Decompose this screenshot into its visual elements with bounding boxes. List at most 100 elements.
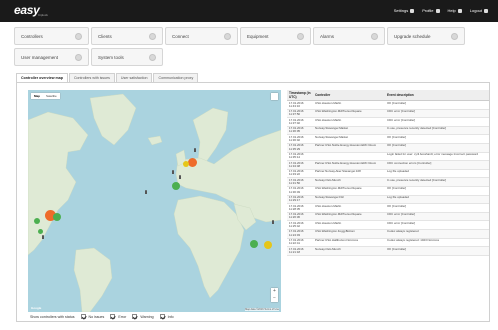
table-header-row: Timestamp (in UTC) Controller Event desc… [287, 90, 489, 101]
filter-error[interactable]: Error [110, 314, 126, 319]
controller-map[interactable]: Map Satellite + − Google Map data ©2016 … [28, 90, 281, 312]
table-row[interactable]: 17.01.2016 11:25:42 USA.Houston.Marlin CDC… [287, 220, 489, 230]
warning-cluster-marker[interactable] [264, 241, 272, 249]
checkbox-no-issues[interactable] [80, 314, 86, 319]
timestamp-cell: 17.01.2016 11:22:41 [287, 238, 313, 248]
column-header-event[interactable]: Event description [385, 90, 489, 101]
zoom-out-button[interactable]: − [271, 295, 278, 302]
controller-cell: USA.Houston.Marlin [313, 100, 385, 110]
column-header-timestamp[interactable]: Timestamp (in UTC) [287, 90, 313, 101]
tab-communication-proxy[interactable]: Communication proxy [153, 73, 199, 82]
filter-info-label: Info [167, 314, 174, 319]
table-row[interactable]: 17.01.2016 11:21:18 Norway.Oslo.Munch OK [… [287, 246, 489, 256]
table-row[interactable]: 17.01.2016 11:31:56 Norway.Oslo.Munch In u… [287, 177, 489, 187]
event-cell: CDC connection errors [Controller] [385, 160, 489, 170]
filter-error-label: Error [118, 314, 127, 319]
event-cell: Log file uploaded [385, 195, 489, 205]
controller-cell: Partner.Norway.Aker.Stavanger.108 [313, 169, 385, 179]
controller-pin[interactable] [172, 170, 174, 174]
table-row[interactable]: 17.01.2016 11:36:05 Norway.Stavanger.Mark… [287, 126, 489, 136]
table-row[interactable]: 17.01.2016 11:37:50 USA.Washington.McPher… [287, 109, 489, 119]
column-header-controller[interactable]: Controller [313, 90, 385, 101]
checkbox-info[interactable] [159, 314, 165, 319]
ok-cluster-marker[interactable] [34, 218, 40, 224]
controller-pin[interactable] [179, 175, 181, 179]
table-row[interactable]: 17.01.2016 11:28:35 USA.Houston.Marlin OK … [287, 203, 489, 213]
settings-link[interactable]: Settings [394, 8, 415, 13]
filter-label: Show controllers with status [30, 314, 75, 319]
fullscreen-icon[interactable] [271, 93, 278, 100]
zoom-in-button[interactable]: + [271, 288, 278, 295]
nav-equipment-button[interactable]: Equipment [240, 27, 311, 45]
help-link[interactable]: Help [448, 8, 462, 13]
nav-alarms-label: Alarms [320, 33, 335, 39]
ok-cluster-marker[interactable] [38, 229, 43, 234]
ok-cluster-marker[interactable] [172, 182, 180, 190]
timestamp-cell: 17.01.2016 11:24:03 [287, 229, 313, 239]
chevron-icon [297, 32, 304, 40]
controller-pin[interactable] [42, 235, 44, 239]
ok-cluster-marker[interactable] [250, 240, 258, 248]
event-cell: OK [Controller] [385, 246, 489, 256]
filter-info[interactable]: Info [159, 314, 174, 319]
profile-link[interactable]: Profile [422, 8, 440, 13]
table-row[interactable]: 17.01.2016 11:35:29 Partner.USA.Noble Ene… [287, 143, 489, 153]
table-row[interactable]: 17.01.2016 11:24:03 USA.Washington.FoggyB… [287, 229, 489, 239]
map-view-button[interactable]: Map [31, 93, 43, 99]
controller-pin[interactable] [145, 190, 147, 194]
table-row[interactable]: 17.01.2016 11:34:48 Partner.USA.Noble Ene… [287, 160, 489, 170]
chevron-icon [224, 32, 231, 40]
brand-logo[interactable]: easy [14, 3, 40, 17]
map-copyright: Map data ©2016 Terms of Use [245, 308, 279, 311]
table-row[interactable]: 17.01.2016 11:35:14 Login failed for user… [287, 152, 489, 162]
top-links: Settings Profile Help Logout [394, 8, 488, 13]
controller-pin[interactable] [272, 220, 274, 224]
map-type-toggle: Map Satellite [31, 93, 60, 99]
table-row[interactable]: 17.01.2016 11:36:02 Norway.Stavanger.Mark… [287, 134, 489, 144]
status-filter-bar: Show controllers with status No issues E… [30, 314, 174, 319]
tab-user-satisfaction[interactable]: User satisfaction [115, 73, 153, 82]
filter-no-issues[interactable]: No issues [80, 314, 104, 319]
tab-controllers-with-issues[interactable]: Controllers with issues [68, 73, 115, 82]
logout-icon [484, 8, 488, 13]
logout-link[interactable]: Logout [470, 8, 488, 13]
checkbox-error[interactable] [110, 314, 116, 319]
table-row[interactable]: 17.01.2016 11:22:41 Partner.USA.Halliburt… [287, 238, 489, 248]
tab-controller-overview-map[interactable]: Controller overview map [16, 73, 68, 82]
filter-warning[interactable]: Warning [132, 314, 154, 319]
nav-users-label: User management [21, 54, 59, 60]
event-cell: CDC error [Controller] [385, 212, 489, 222]
controller-cell: Norway.Stavanger.Fitri [313, 195, 385, 205]
satellite-view-button[interactable]: Satellite [43, 93, 60, 99]
table-row[interactable]: 17.01.2016 11:30:49 USA.Washington.McPher… [287, 186, 489, 196]
warning-cluster-marker[interactable] [183, 161, 189, 167]
nav-controllers-button[interactable]: Controllers [14, 27, 89, 45]
timestamp-cell: 17.01.2016 11:21:18 [287, 246, 313, 256]
event-cell: CDC error [Controller] [385, 220, 489, 230]
nav-user-management-button[interactable]: User management [14, 48, 89, 66]
error-cluster-marker[interactable] [188, 158, 197, 167]
nav-connect-button[interactable]: Connect [165, 27, 238, 45]
controller-cell: USA.Washington.McPhersonSquare [313, 109, 385, 119]
event-cell: In use, presence recently detected [Cont… [385, 126, 489, 136]
controller-pin[interactable] [194, 148, 196, 152]
help-label: Help [447, 8, 456, 13]
nav-upgrade-label: Upgrade schedule [394, 33, 431, 39]
timestamp-cell: 17.01.2016 11:26:36 [287, 212, 313, 222]
nav-clients-button[interactable]: Clients [91, 27, 163, 45]
chevron-icon [149, 32, 156, 40]
table-row[interactable]: 17.01.2016 11:33:22 Partner.Norway.Aker.S… [287, 169, 489, 179]
table-row[interactable]: 17.01.2016 11:37:02 USA.Houston.Marlin CDC… [287, 117, 489, 127]
table-row[interactable]: 17.01.2016 11:29:17 Norway.Stavanger.Fitr… [287, 195, 489, 205]
nav-system-tools-button[interactable]: System tools [91, 48, 163, 66]
nav-upgrade-schedule-button[interactable]: Upgrade schedule [387, 27, 465, 45]
brand-subtitle: Ciplock [38, 13, 48, 17]
controller-cell: Norway.Oslo.Munch [313, 177, 385, 187]
table-row[interactable]: 17.01.2016 11:26:36 USA.Washington.McPher… [287, 212, 489, 222]
checkbox-warning[interactable] [132, 314, 138, 319]
table-row[interactable]: 17.01.2016 11:43:16 USA.Houston.Marlin OK … [287, 100, 489, 110]
help-icon [457, 8, 462, 13]
nav-alarms-button[interactable]: Alarms [313, 27, 385, 45]
ok-cluster-marker[interactable] [53, 213, 61, 221]
timestamp-cell: 17.01.2016 11:35:29 [287, 143, 313, 153]
